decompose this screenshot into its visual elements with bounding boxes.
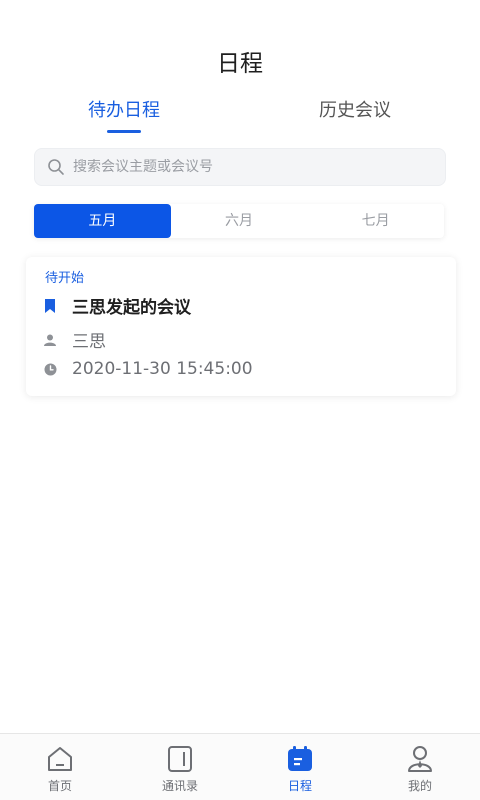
profile-icon [408,746,432,772]
month-tab-may[interactable]: 五月 [34,204,171,238]
search-icon [48,159,64,175]
page-title: 日程 [217,51,263,77]
tabbar-label: 我的 [407,779,432,793]
search-bar[interactable] [34,148,446,186]
meeting-status-badge: 待开始 [45,271,85,286]
person-icon [42,332,58,348]
clock-icon [42,361,58,377]
tab-history-meetings[interactable]: 历史会议 [275,96,435,122]
search-input[interactable] [73,159,445,175]
meeting-title-row: 三思发起的会议 [42,293,191,318]
schedule-tabs: 待办日程 历史会议 [0,96,480,136]
meeting-host: 三思 [72,332,106,352]
tabbar-item-home[interactable]: 首页 [0,734,120,800]
contacts-icon [168,746,192,772]
active-tab-indicator [107,130,141,133]
tabbar-label: 通讯录 [161,779,198,793]
month-selector: 五月 六月 七月 [34,204,444,238]
tabbar-label: 日程 [287,779,312,793]
tabbar-item-profile[interactable]: 我的 [360,734,480,800]
calendar-icon [288,746,312,771]
bookmark-icon [42,298,58,314]
meeting-card[interactable]: 待开始 三思发起的会议 三思 2020-11-30 15:45:00 [26,257,456,396]
month-tab-june[interactable]: 六月 [171,204,308,238]
home-icon [48,747,72,771]
meeting-time-row: 2020-11-30 15:45:00 [42,359,253,379]
bottom-tab-bar: 首页 通讯录 日程 我的 [0,733,480,800]
meeting-host-row: 三思 [42,327,106,352]
tabbar-item-schedule[interactable]: 日程 [240,734,360,800]
meeting-time: 2020-11-30 15:45:00 [72,359,253,379]
meeting-title: 三思发起的会议 [72,298,191,318]
tab-pending-schedule[interactable]: 待办日程 [44,96,204,122]
tabbar-label: 首页 [47,779,72,793]
month-tab-july[interactable]: 七月 [307,204,444,238]
tabbar-item-contacts[interactable]: 通讯录 [120,734,240,800]
